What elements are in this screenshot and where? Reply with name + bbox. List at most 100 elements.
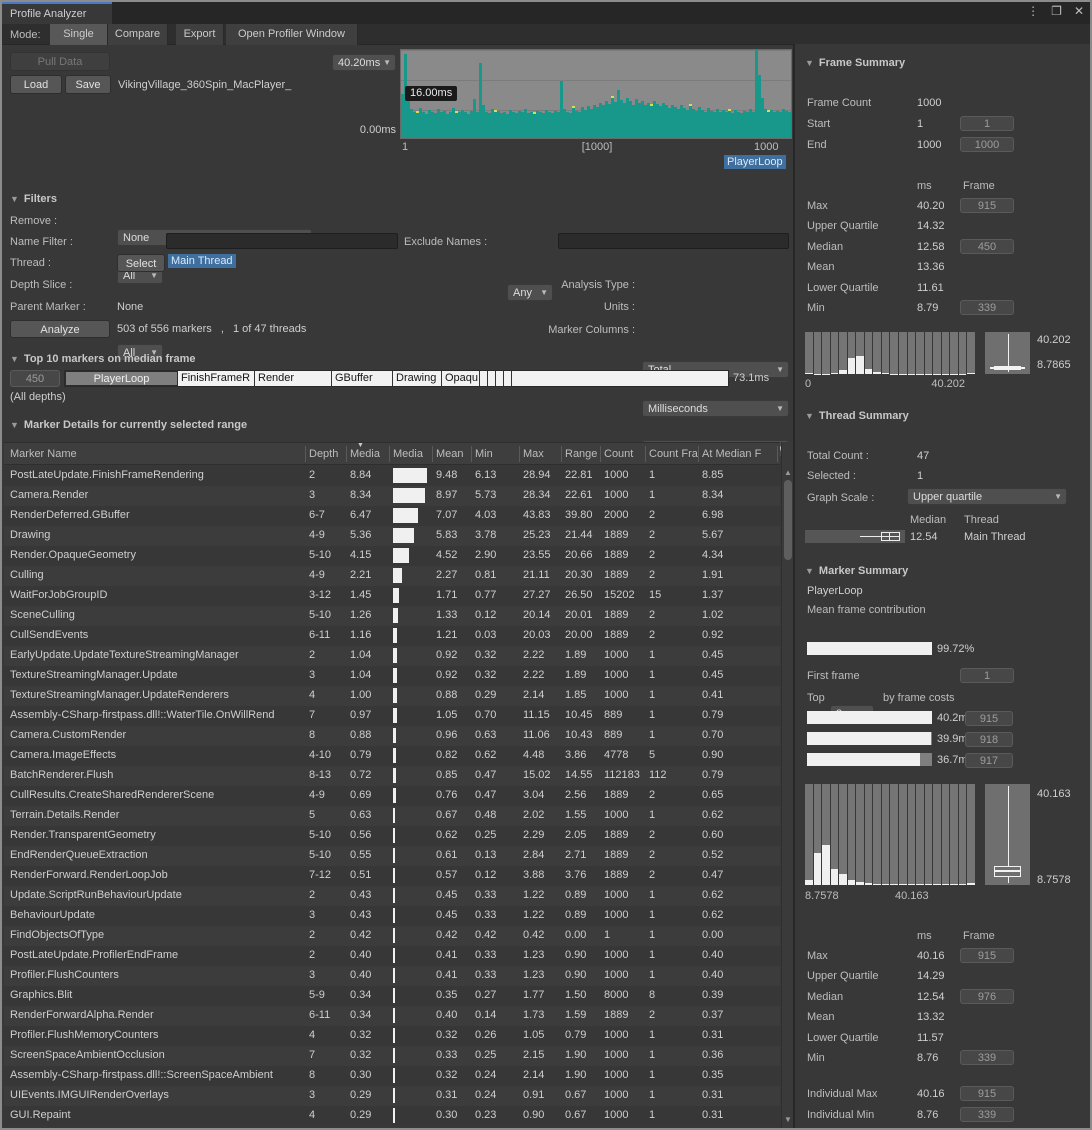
open-profiler-window-button[interactable]: Open Profiler Window	[226, 24, 358, 45]
table-row[interactable]: FindObjectsOfType20.420.420.420.420.0011…	[4, 926, 780, 946]
stat-frame-button[interactable]: 339	[960, 1050, 1014, 1065]
stat-frame-button[interactable]: 450	[960, 239, 1014, 254]
top-marker-segment[interactable]: FinishFrameR	[178, 371, 255, 386]
column-header[interactable]: Mean	[436, 448, 474, 460]
top-marker-segment[interactable]	[496, 371, 504, 386]
analyze-button[interactable]: Analyze	[10, 320, 110, 338]
graph-scale-dropdown[interactable]: Upper quartile▼	[907, 488, 1067, 505]
frame-cost-frame-button[interactable]: 915	[965, 711, 1013, 726]
table-row[interactable]: Graphics.Blit5-90.340.350.271.771.508000…	[4, 986, 780, 1006]
marker-summary-header[interactable]: ▼Marker Summary	[805, 565, 908, 577]
first-frame-button[interactable]: 1	[960, 668, 1014, 683]
frame-summary-header[interactable]: ▼Frame Summary	[805, 57, 905, 69]
top-markers-section-header[interactable]: ▼Top 10 markers on median frame	[10, 353, 196, 365]
frame-cost-frame-button[interactable]: 918	[965, 732, 1013, 747]
table-row[interactable]: Profiler.FlushCounters30.400.410.331.230…	[4, 966, 780, 986]
table-row[interactable]: Render.OpaqueGeometry5-104.154.522.9023.…	[4, 546, 780, 566]
table-row[interactable]: Camera.ImageEffects4-100.790.820.624.483…	[4, 746, 780, 766]
table-row[interactable]: Assembly-CSharp-firstpass.dll!::ScreenSp…	[4, 1066, 780, 1086]
kebab-menu-icon[interactable]: ⋮	[1027, 4, 1039, 18]
table-scrollbar[interactable]: ▲ ▼	[781, 442, 793, 1128]
table-row[interactable]: Culling4-92.212.270.8121.1120.30188921.9…	[4, 566, 780, 586]
table-row[interactable]: UIEvents.IMGUIRenderOverlays30.290.310.2…	[4, 1086, 780, 1106]
filters-section-header[interactable]: ▼Filters	[10, 193, 57, 205]
table-row[interactable]: BatchRenderer.Flush8-130.720.850.4715.02…	[4, 766, 780, 786]
table-row[interactable]: Assembly-CSharp-firstpass.dll!::WaterTil…	[4, 706, 780, 726]
table-row[interactable]: GUI.Repaint40.290.300.230.900.67100010.3…	[4, 1106, 780, 1126]
start-frame-button[interactable]: 1	[960, 116, 1014, 131]
median-frame-button[interactable]: 450	[10, 370, 60, 387]
histogram-bar-value	[882, 884, 890, 885]
top-marker-segment[interactable]: Opaqu	[442, 371, 480, 386]
table-row[interactable]: Camera.CustomRender80.880.960.6311.0610.…	[4, 726, 780, 746]
column-header[interactable]: Min	[475, 448, 521, 460]
name-filter-input[interactable]	[166, 233, 398, 249]
mode-compare-button[interactable]: Compare	[108, 24, 168, 45]
column-header[interactable]: Count Fra	[649, 448, 699, 460]
window-tab[interactable]: Profile Analyzer	[2, 2, 112, 24]
thread-summary-header[interactable]: ▼Thread Summary	[805, 410, 909, 422]
table-row[interactable]: EndRenderQueueExtraction5-100.550.610.13…	[4, 846, 780, 866]
top-marker-segment[interactable]	[488, 371, 496, 386]
stat-frame-button[interactable]: 915	[960, 948, 1014, 963]
table-row[interactable]: Camera.Render38.348.975.7328.3422.611000…	[4, 486, 780, 506]
stat-frame-button[interactable]: 976	[960, 989, 1014, 1004]
exclude-names-input[interactable]	[558, 233, 789, 249]
table-cell: 0.41	[436, 969, 474, 981]
table-row[interactable]: CullSendEvents6-111.161.210.0320.0320.00…	[4, 626, 780, 646]
marker-details-section-header[interactable]: ▼Marker Details for currently selected r…	[10, 419, 247, 431]
column-header[interactable]: Max	[523, 448, 563, 460]
thread-select-button[interactable]: Select	[117, 254, 165, 272]
top-marker-segment[interactable]	[504, 371, 512, 386]
table-row[interactable]: WaitForJobGroupID3-121.451.710.7727.2726…	[4, 586, 780, 606]
table-row[interactable]: EarlyUpdate.UpdateTextureStreamingManage…	[4, 646, 780, 666]
column-header[interactable]: Range	[565, 448, 602, 460]
column-header[interactable]: Marker Name	[10, 448, 306, 460]
table-row[interactable]: Terrain.Details.Render50.630.670.482.021…	[4, 806, 780, 826]
table-row[interactable]: Drawing4-95.365.833.7825.2321.44188925.6…	[4, 526, 780, 546]
table-row[interactable]: TextureStreamingManager.UpdateRenderers4…	[4, 686, 780, 706]
table-row[interactable]: Profiler.FlushMemoryCounters40.320.320.2…	[4, 1026, 780, 1046]
close-icon[interactable]: ✕	[1074, 4, 1084, 18]
units-label: Units :	[522, 301, 635, 313]
column-header[interactable]: Media	[393, 448, 433, 460]
table-row[interactable]: BehaviourUpdate30.430.450.331.220.891000…	[4, 906, 780, 926]
end-frame-button[interactable]: 1000	[960, 137, 1014, 152]
frame-timeline-chart[interactable]	[400, 49, 792, 139]
top-marker-segment[interactable]: PlayerLoop	[65, 371, 178, 386]
load-button[interactable]: Load	[10, 75, 62, 94]
column-header[interactable]: At Median F	[702, 448, 778, 460]
top-marker-segment[interactable]: GBuffer	[332, 371, 393, 386]
table-row[interactable]: RenderForward.RenderLoopJob7-120.510.570…	[4, 866, 780, 886]
stat-frame-button[interactable]: 339	[960, 1107, 1014, 1122]
top-marker-segment[interactable]: Render	[255, 371, 332, 386]
mode-single-button[interactable]: Single	[50, 24, 108, 45]
pull-data-button[interactable]: Pull Data	[10, 52, 110, 71]
export-button[interactable]: Export	[176, 24, 224, 45]
column-header[interactable]: Depth	[309, 448, 349, 460]
table-row[interactable]: RenderForwardAlpha.Render6-110.340.400.1…	[4, 1006, 780, 1026]
table-row[interactable]: RenderDeferred.GBuffer6-76.477.074.0343.…	[4, 506, 780, 526]
histogram-bar-value	[967, 373, 975, 374]
range-scale-dropdown[interactable]: 40.20ms▼	[332, 54, 396, 71]
column-header[interactable]: Count	[604, 448, 646, 460]
save-button[interactable]: Save	[65, 75, 111, 94]
top-marker-segment[interactable]: Drawing	[393, 371, 442, 386]
table-row[interactable]: CullResults.CreateSharedRendererScene4-9…	[4, 786, 780, 806]
table-row[interactable]: ScreenSpaceAmbientOcclusion70.320.330.25…	[4, 1046, 780, 1066]
table-row[interactable]: PostLateUpdate.ProfilerEndFrame20.400.41…	[4, 946, 780, 966]
stat-frame-button[interactable]: 915	[960, 1086, 1014, 1101]
stat-frame-button[interactable]: 339	[960, 300, 1014, 315]
units-dropdown[interactable]: Milliseconds▼	[642, 400, 789, 417]
table-row[interactable]: Render.TransparentGeometry5-100.560.620.…	[4, 826, 780, 846]
table-row[interactable]: Update.ScriptRunBehaviourUpdate20.430.45…	[4, 886, 780, 906]
table-row[interactable]: PostLateUpdate.FinishFrameRendering28.84…	[4, 466, 780, 486]
maximize-icon[interactable]: ❐	[1051, 4, 1062, 18]
table-row[interactable]: SceneCulling5-101.261.330.1220.1420.0118…	[4, 606, 780, 626]
table-row[interactable]: TextureStreamingManager.Update31.040.920…	[4, 666, 780, 686]
column-header[interactable]: Media	[350, 448, 392, 460]
scrollbar-thumb[interactable]	[784, 480, 792, 560]
frame-cost-frame-button[interactable]: 917	[965, 753, 1013, 768]
top-marker-segment[interactable]	[480, 371, 488, 386]
stat-frame-button[interactable]: 915	[960, 198, 1014, 213]
